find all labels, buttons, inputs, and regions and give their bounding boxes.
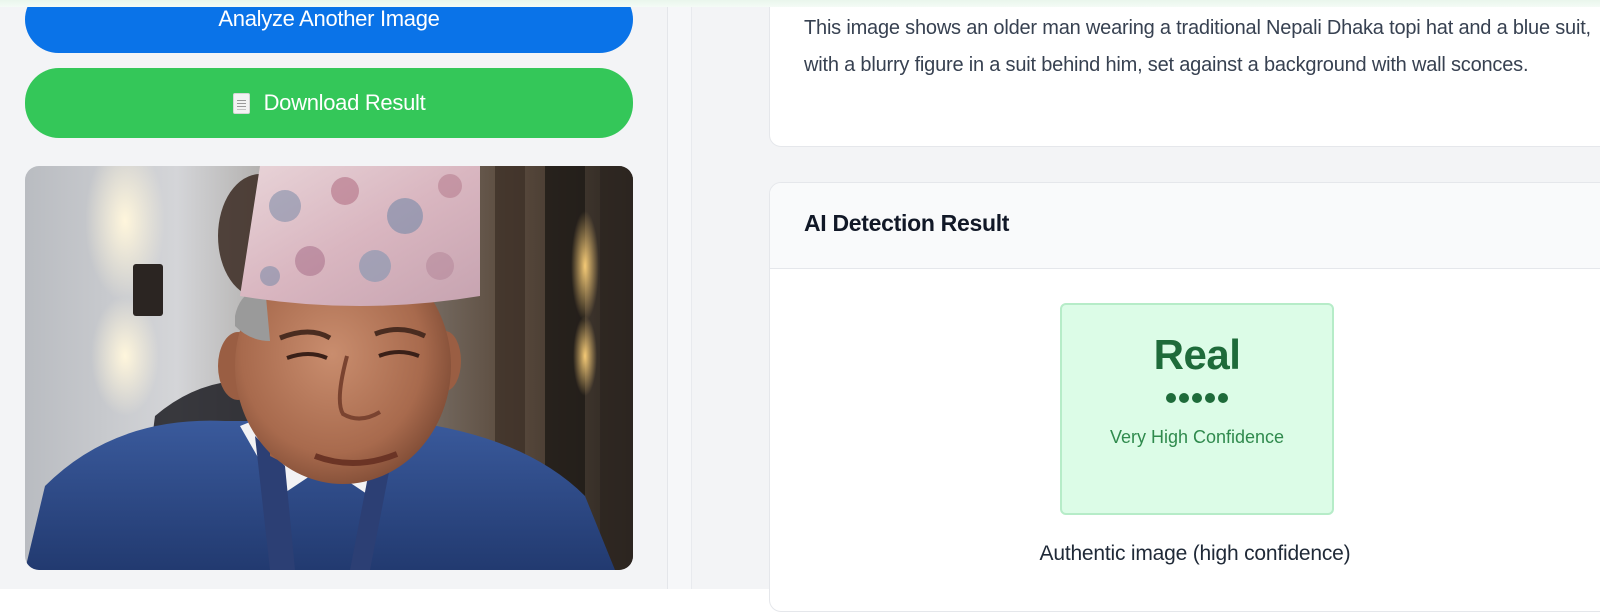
confidence-dots — [1062, 393, 1332, 403]
confidence-text: Very High Confidence — [1109, 427, 1285, 447]
confidence-dot — [1166, 393, 1176, 403]
image-description-text: This image shows an older man wearing a … — [804, 17, 1591, 76]
detection-label: Real — [1153, 331, 1241, 378]
results-panel: This image shows an older man wearing a … — [692, 0, 1600, 612]
download-button-label: Download Result — [263, 90, 426, 115]
confidence-dot — [1218, 393, 1228, 403]
confidence-dot — [1192, 393, 1202, 403]
ai-detection-card: AI Detection Result Real Very High Confi… — [769, 182, 1600, 612]
analyze-button-label: Analyze Another Image — [218, 6, 440, 31]
analyzed-photo — [25, 166, 633, 570]
ai-detection-header: AI Detection Result — [770, 183, 1600, 269]
image-description-card: This image shows an older man wearing a … — [769, 0, 1600, 147]
left-panel: Analyze Another Image Download Result — [0, 0, 668, 589]
top-highlight-strip — [0, 0, 1600, 7]
analyze-another-image-button[interactable]: Analyze Another Image — [25, 0, 633, 53]
confidence-dot — [1205, 393, 1215, 403]
detection-result-badge: Real Very High Confidence — [1060, 303, 1334, 515]
document-icon — [232, 92, 250, 114]
download-result-button[interactable]: Download Result — [25, 68, 633, 138]
ai-detection-title: AI Detection Result — [804, 210, 1010, 236]
detection-summary: Authentic image (high confidence) — [1039, 542, 1351, 565]
confidence-dot — [1179, 393, 1189, 403]
panel-divider — [668, 0, 692, 589]
